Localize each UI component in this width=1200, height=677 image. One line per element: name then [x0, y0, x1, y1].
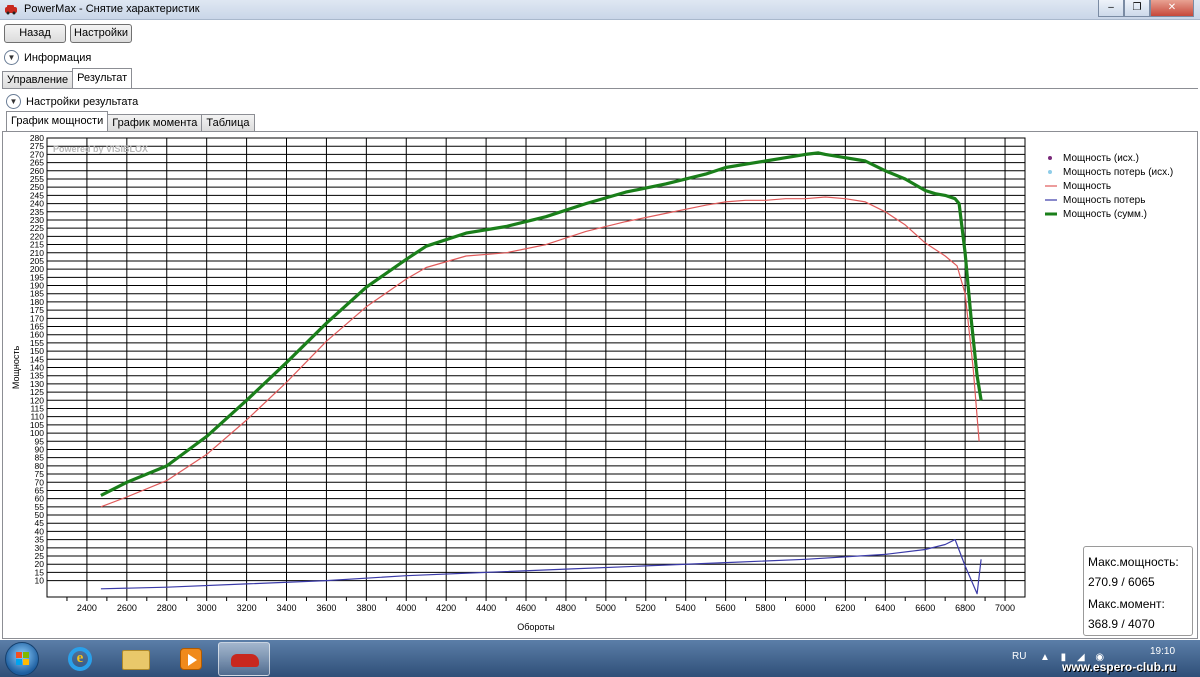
x-tick-label: 7000 — [995, 603, 1015, 613]
x-tick-label: 2400 — [77, 603, 97, 613]
x-tick-label: 5600 — [716, 603, 736, 613]
x-tick-label: 3000 — [197, 603, 217, 613]
x-tick-label: 4800 — [556, 603, 576, 613]
tab-control[interactable]: Управление — [2, 71, 74, 88]
max-torque-label: Макс.момент: — [1088, 597, 1165, 611]
settings-button[interactable]: Настройки — [70, 24, 132, 43]
x-tick-label: 4000 — [396, 603, 416, 613]
window-title: PowerMax - Снятие характеристик — [24, 3, 200, 15]
site-watermark: www.espero-club.ru — [1062, 660, 1177, 674]
x-tick-label: 4400 — [476, 603, 496, 613]
x-tick-label: 3600 — [316, 603, 336, 613]
tab-power-chart[interactable]: График мощности — [6, 111, 109, 131]
x-tick-label: 5200 — [636, 603, 656, 613]
x-tick-label: 5800 — [756, 603, 776, 613]
max-info-box: Макс.мощность: 270.9 / 6065 Макс.момент:… — [1083, 546, 1193, 636]
x-tick-label: 4200 — [436, 603, 456, 613]
max-power-value: 270.9 / 6065 — [1088, 575, 1155, 589]
x-tick-label: 6400 — [875, 603, 895, 613]
media-player-icon[interactable] — [165, 642, 217, 676]
legend-label: Мощность — [1063, 181, 1111, 192]
close-icon[interactable]: ✕ — [1150, 0, 1194, 17]
clock[interactable]: 19:10 — [1150, 646, 1175, 657]
max-torque-value: 368.9 / 4070 — [1088, 617, 1155, 631]
max-power-label: Макс.мощность: — [1088, 555, 1179, 569]
tab-table[interactable]: Таблица — [201, 114, 255, 131]
x-tick-label: 6600 — [915, 603, 935, 613]
maximize-icon[interactable]: ❐ — [1124, 0, 1150, 17]
back-button[interactable]: Назад — [4, 24, 66, 43]
x-tick-label: 5000 — [596, 603, 616, 613]
chart-panel: 10 15 20 25 30 35 40 45 50 55 60 65 70 75 80 85 90 95 100 1… — [2, 131, 1198, 639]
ie-icon[interactable]: e — [54, 642, 106, 676]
x-tick-label: 6800 — [955, 603, 975, 613]
chevron-down-icon[interactable]: ▼ — [4, 50, 19, 65]
power-chart: 1015202530354045505560657075808590951001… — [11, 133, 1173, 632]
y-axis-label: Мощность — [11, 346, 21, 390]
legend-label: Мощность (исх.) — [1063, 153, 1139, 164]
powermax-icon[interactable] — [218, 642, 270, 676]
legend-label: Мощность (сумм.) — [1063, 209, 1147, 220]
x-tick-label: 3200 — [237, 603, 257, 613]
result-settings-label: Настройки результата — [26, 95, 139, 108]
legend-label: Мощность потерь (исх.) — [1063, 167, 1173, 178]
x-tick-label: 2600 — [117, 603, 137, 613]
minimize-icon[interactable]: ‒ — [1098, 0, 1124, 17]
visiblox-logo: Powered by VISIBLOX — [53, 144, 148, 154]
tab-torque-chart[interactable]: График момента — [107, 114, 203, 131]
legend-marker — [1048, 156, 1052, 160]
legend-marker — [1048, 170, 1052, 174]
chart-tabs: График мощности График момента Таблица — [6, 111, 255, 131]
y-tick-label: 280 — [30, 133, 44, 143]
language-indicator[interactable]: RU — [1012, 651, 1026, 662]
x-tick-label: 5400 — [676, 603, 696, 613]
legend-label: Мощность потерь — [1063, 195, 1145, 206]
x-tick-label: 6000 — [795, 603, 815, 613]
info-expander[interactable]: ▼ Информация — [4, 50, 91, 65]
x-axis-label: Обороты — [517, 622, 555, 632]
chevron-down-icon[interactable]: ▼ — [6, 94, 21, 109]
x-tick-label: 4600 — [516, 603, 536, 613]
start-icon[interactable] — [5, 642, 39, 676]
title-bar: PowerMax - Снятие характеристик ‒ ❐ ✕ — [0, 0, 1200, 20]
x-tick-label: 3800 — [356, 603, 376, 613]
taskbar: e RU ▲ ▮ ◢ ◉ 19:10 — [0, 640, 1200, 677]
tab-divider — [2, 88, 1198, 89]
main-tabs: Управление Результат — [2, 68, 133, 88]
result-settings-expander[interactable]: ▼ Настройки результата — [6, 94, 138, 109]
car-app-icon — [4, 4, 18, 15]
x-tick-label: 3400 — [276, 603, 296, 613]
info-expander-label: Информация — [24, 51, 92, 64]
x-tick-label: 2800 — [157, 603, 177, 613]
x-tick-label: 6200 — [835, 603, 855, 613]
explorer-icon[interactable] — [110, 642, 162, 676]
tab-result[interactable]: Результат — [72, 68, 133, 88]
